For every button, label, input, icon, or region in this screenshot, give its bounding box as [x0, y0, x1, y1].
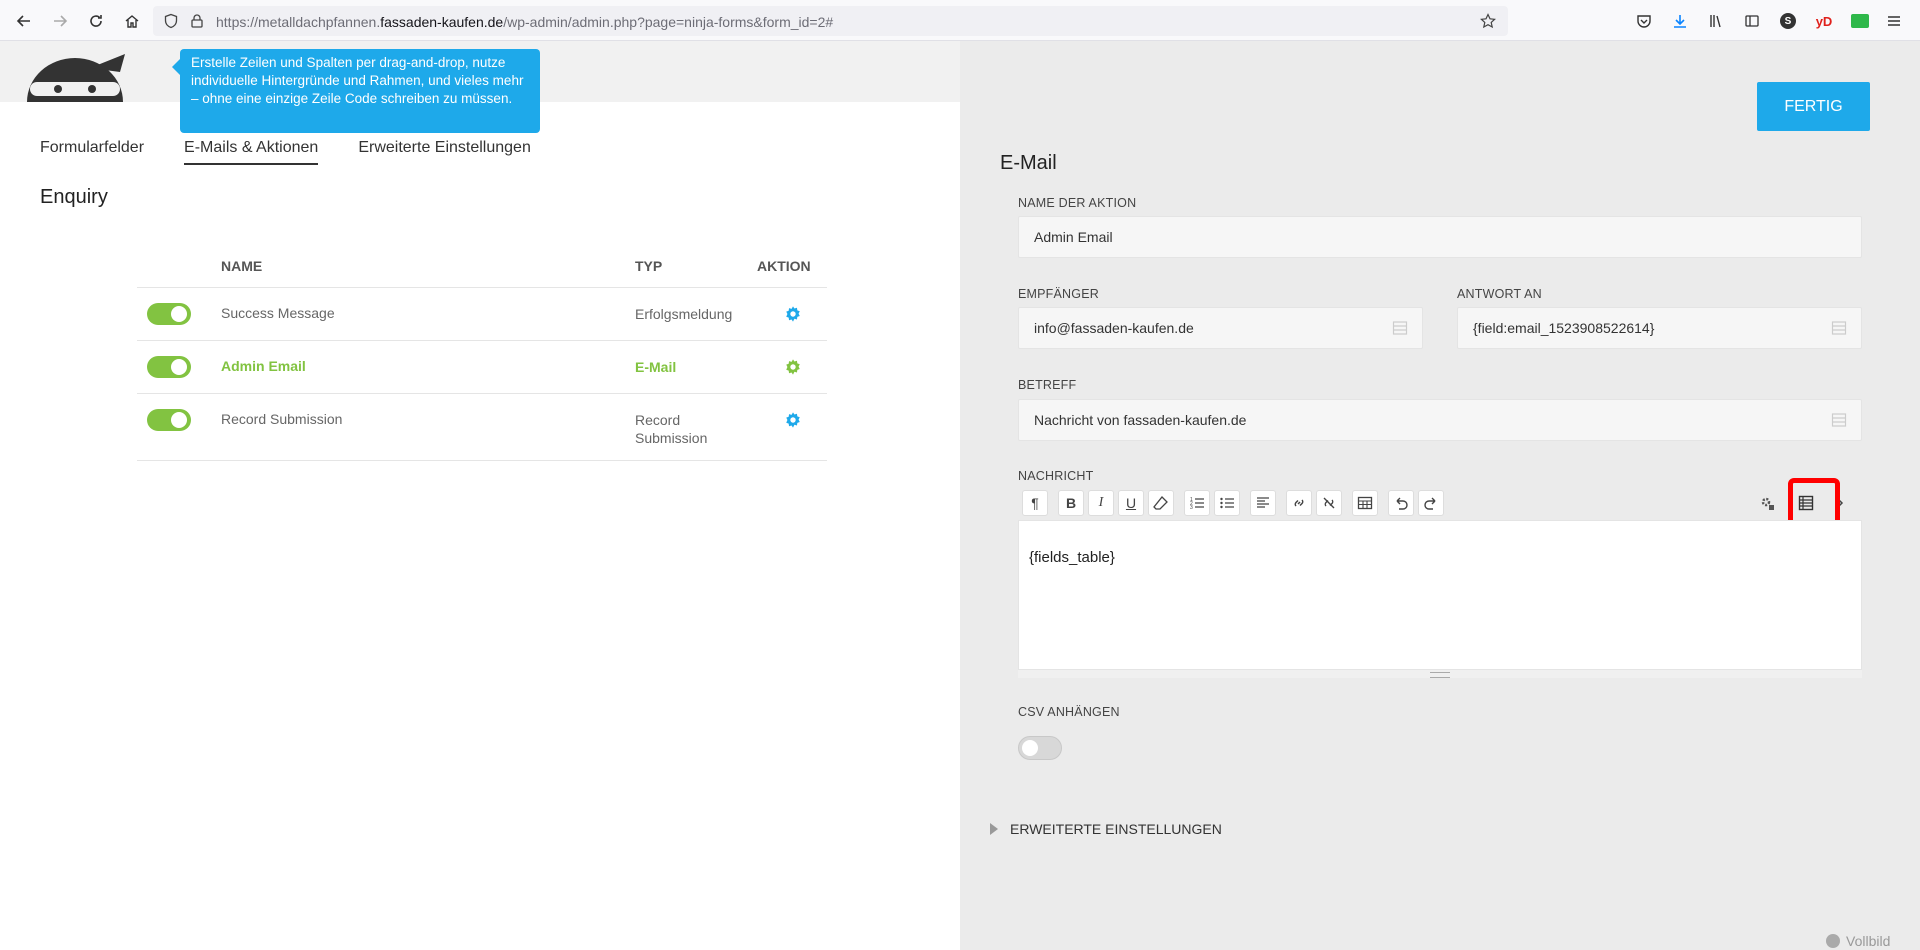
action-enabled-toggle[interactable]	[147, 356, 191, 378]
url-bar[interactable]: https://metalldachpfannen.fassaden-kaufe…	[153, 6, 1508, 36]
fullscreen-label: Vollbild	[1846, 933, 1891, 949]
caret-right-icon	[990, 823, 998, 835]
italic-icon[interactable]: I	[1088, 490, 1114, 516]
pocket-icon[interactable]	[1634, 11, 1654, 31]
message-editor-content: {fields_table}	[1029, 549, 1115, 566]
csv-attach-label: CSV ANHÄNGEN	[1018, 705, 1120, 719]
account-icon[interactable]: S	[1778, 11, 1798, 31]
fullscreen-icon	[1826, 934, 1840, 948]
yd-icon[interactable]: yD	[1814, 11, 1834, 31]
header-action: AKTION	[757, 258, 811, 274]
star-icon[interactable]	[1480, 13, 1496, 29]
advanced-settings-label: ERWEITERTE EINSTELLUNGEN	[1010, 821, 1222, 837]
home-icon[interactable]	[120, 9, 144, 33]
subject-input[interactable]: Nachricht von fassaden-kaufen.de	[1018, 399, 1862, 441]
merge-tags-icon[interactable]	[1831, 412, 1847, 428]
forward-icon[interactable]	[48, 9, 72, 33]
tab-emails-actions[interactable]: E-Mails & Aktionen	[184, 139, 319, 165]
eraser-icon[interactable]	[1148, 490, 1174, 516]
gear-icon[interactable]	[784, 358, 802, 376]
library-icon[interactable]	[1706, 11, 1726, 31]
action-name-value: Admin Email	[1034, 229, 1113, 245]
browser-toolbar: https://metalldachpfannen.fassaden-kaufe…	[0, 0, 1920, 41]
fullscreen-button[interactable]: Vollbild	[1826, 933, 1890, 949]
action-enabled-toggle[interactable]	[147, 409, 191, 431]
done-button[interactable]: FERTIG	[1757, 82, 1870, 131]
merge-tags-icon[interactable]	[1831, 320, 1847, 336]
table-row[interactable]: Success Message Erfolgsmeldung	[137, 288, 827, 341]
reply-to-label: ANTWORT AN	[1457, 287, 1542, 301]
advanced-settings-toggle[interactable]: ERWEITERTE EINSTELLUNGEN	[990, 821, 1222, 837]
form-title: Enquiry	[40, 186, 108, 208]
download-icon[interactable]	[1670, 11, 1690, 31]
table-row[interactable]: Record Submission Record Submission	[137, 394, 827, 461]
subject-label: BETREFF	[1018, 378, 1077, 392]
merge-tags-icon[interactable]	[1392, 320, 1408, 336]
unlink-icon[interactable]	[1316, 490, 1342, 516]
bold-icon[interactable]: B	[1058, 490, 1084, 516]
link-icon[interactable]	[1286, 490, 1312, 516]
shield-icon[interactable]	[163, 13, 179, 29]
action-type: E-Mail	[635, 359, 677, 375]
gear-icon[interactable]	[784, 411, 802, 429]
reload-icon[interactable]	[84, 9, 108, 33]
tab-advanced-settings[interactable]: Erweiterte Einstellungen	[358, 139, 531, 165]
reply-to-input[interactable]: {field:email_1523908522614}	[1457, 307, 1862, 349]
table-icon[interactable]	[1352, 490, 1378, 516]
message-label: NACHRICHT	[1018, 469, 1094, 483]
recipient-value: info@fassaden-kaufen.de	[1034, 320, 1194, 336]
ninja-forms-logo	[20, 50, 130, 102]
sidebar-icon[interactable]	[1742, 11, 1762, 31]
align-icon[interactable]	[1250, 490, 1276, 516]
reply-to-value: {field:email_1523908522614}	[1473, 320, 1655, 336]
builder-tabs: Formularfelder E-Mails & Aktionen Erweit…	[40, 139, 531, 165]
editor-toolbar: ¶ B I U 123	[1018, 488, 1862, 520]
redo-icon[interactable]	[1418, 490, 1444, 516]
action-type: Record Submission	[635, 412, 708, 446]
message-editor[interactable]: {fields_table}	[1018, 520, 1862, 670]
actions-table: NAME TYP AKTION Success Message Erfolgsm…	[137, 252, 827, 461]
form-actions-panel	[0, 102, 960, 950]
extension-icon[interactable]	[1850, 11, 1870, 31]
settings-gear-icon[interactable]	[1754, 490, 1780, 516]
header-name: NAME	[221, 258, 263, 274]
table-row[interactable]: Admin Email E-Mail	[137, 341, 827, 394]
back-icon[interactable]	[12, 9, 36, 33]
tab-form-fields[interactable]: Formularfelder	[40, 139, 144, 165]
recipient-label: EMPFÄNGER	[1018, 287, 1099, 301]
undo-icon[interactable]	[1388, 490, 1414, 516]
underline-icon[interactable]: U	[1118, 490, 1144, 516]
lock-icon[interactable]	[189, 13, 205, 29]
bullet-list-icon[interactable]	[1214, 490, 1240, 516]
action-enabled-toggle[interactable]	[147, 303, 191, 325]
menu-icon[interactable]	[1884, 11, 1904, 31]
action-name-label: NAME DER AKTION	[1018, 196, 1137, 210]
csv-attach-toggle[interactable]	[1018, 736, 1062, 760]
action-name[interactable]: Record Submission	[221, 411, 342, 427]
url-text[interactable]: https://metalldachpfannen.fassaden-kaufe…	[216, 14, 833, 30]
svg-text:3: 3	[1190, 505, 1193, 511]
header-type: TYP	[635, 258, 663, 274]
subject-value: Nachricht von fassaden-kaufen.de	[1034, 412, 1247, 428]
ordered-list-icon[interactable]: 123	[1184, 490, 1210, 516]
action-name[interactable]: Success Message	[221, 305, 335, 321]
action-name[interactable]: Admin Email	[221, 358, 306, 374]
paragraph-icon[interactable]: ¶	[1022, 490, 1048, 516]
drawer-title: E-Mail	[1000, 152, 1057, 174]
gear-icon[interactable]	[784, 305, 802, 323]
editor-resize-handle[interactable]	[1018, 670, 1862, 678]
recipient-input[interactable]: info@fassaden-kaufen.de	[1018, 307, 1423, 349]
table-header: NAME TYP AKTION	[137, 252, 827, 288]
builder-tooltip: Erstelle Zeilen und Spalten per drag-and…	[172, 49, 540, 133]
action-type: Erfolgsmeldung	[635, 306, 733, 322]
action-name-input[interactable]: Admin Email	[1018, 216, 1862, 258]
tooltip-text: Erstelle Zeilen und Spalten per drag-and…	[191, 55, 524, 106]
